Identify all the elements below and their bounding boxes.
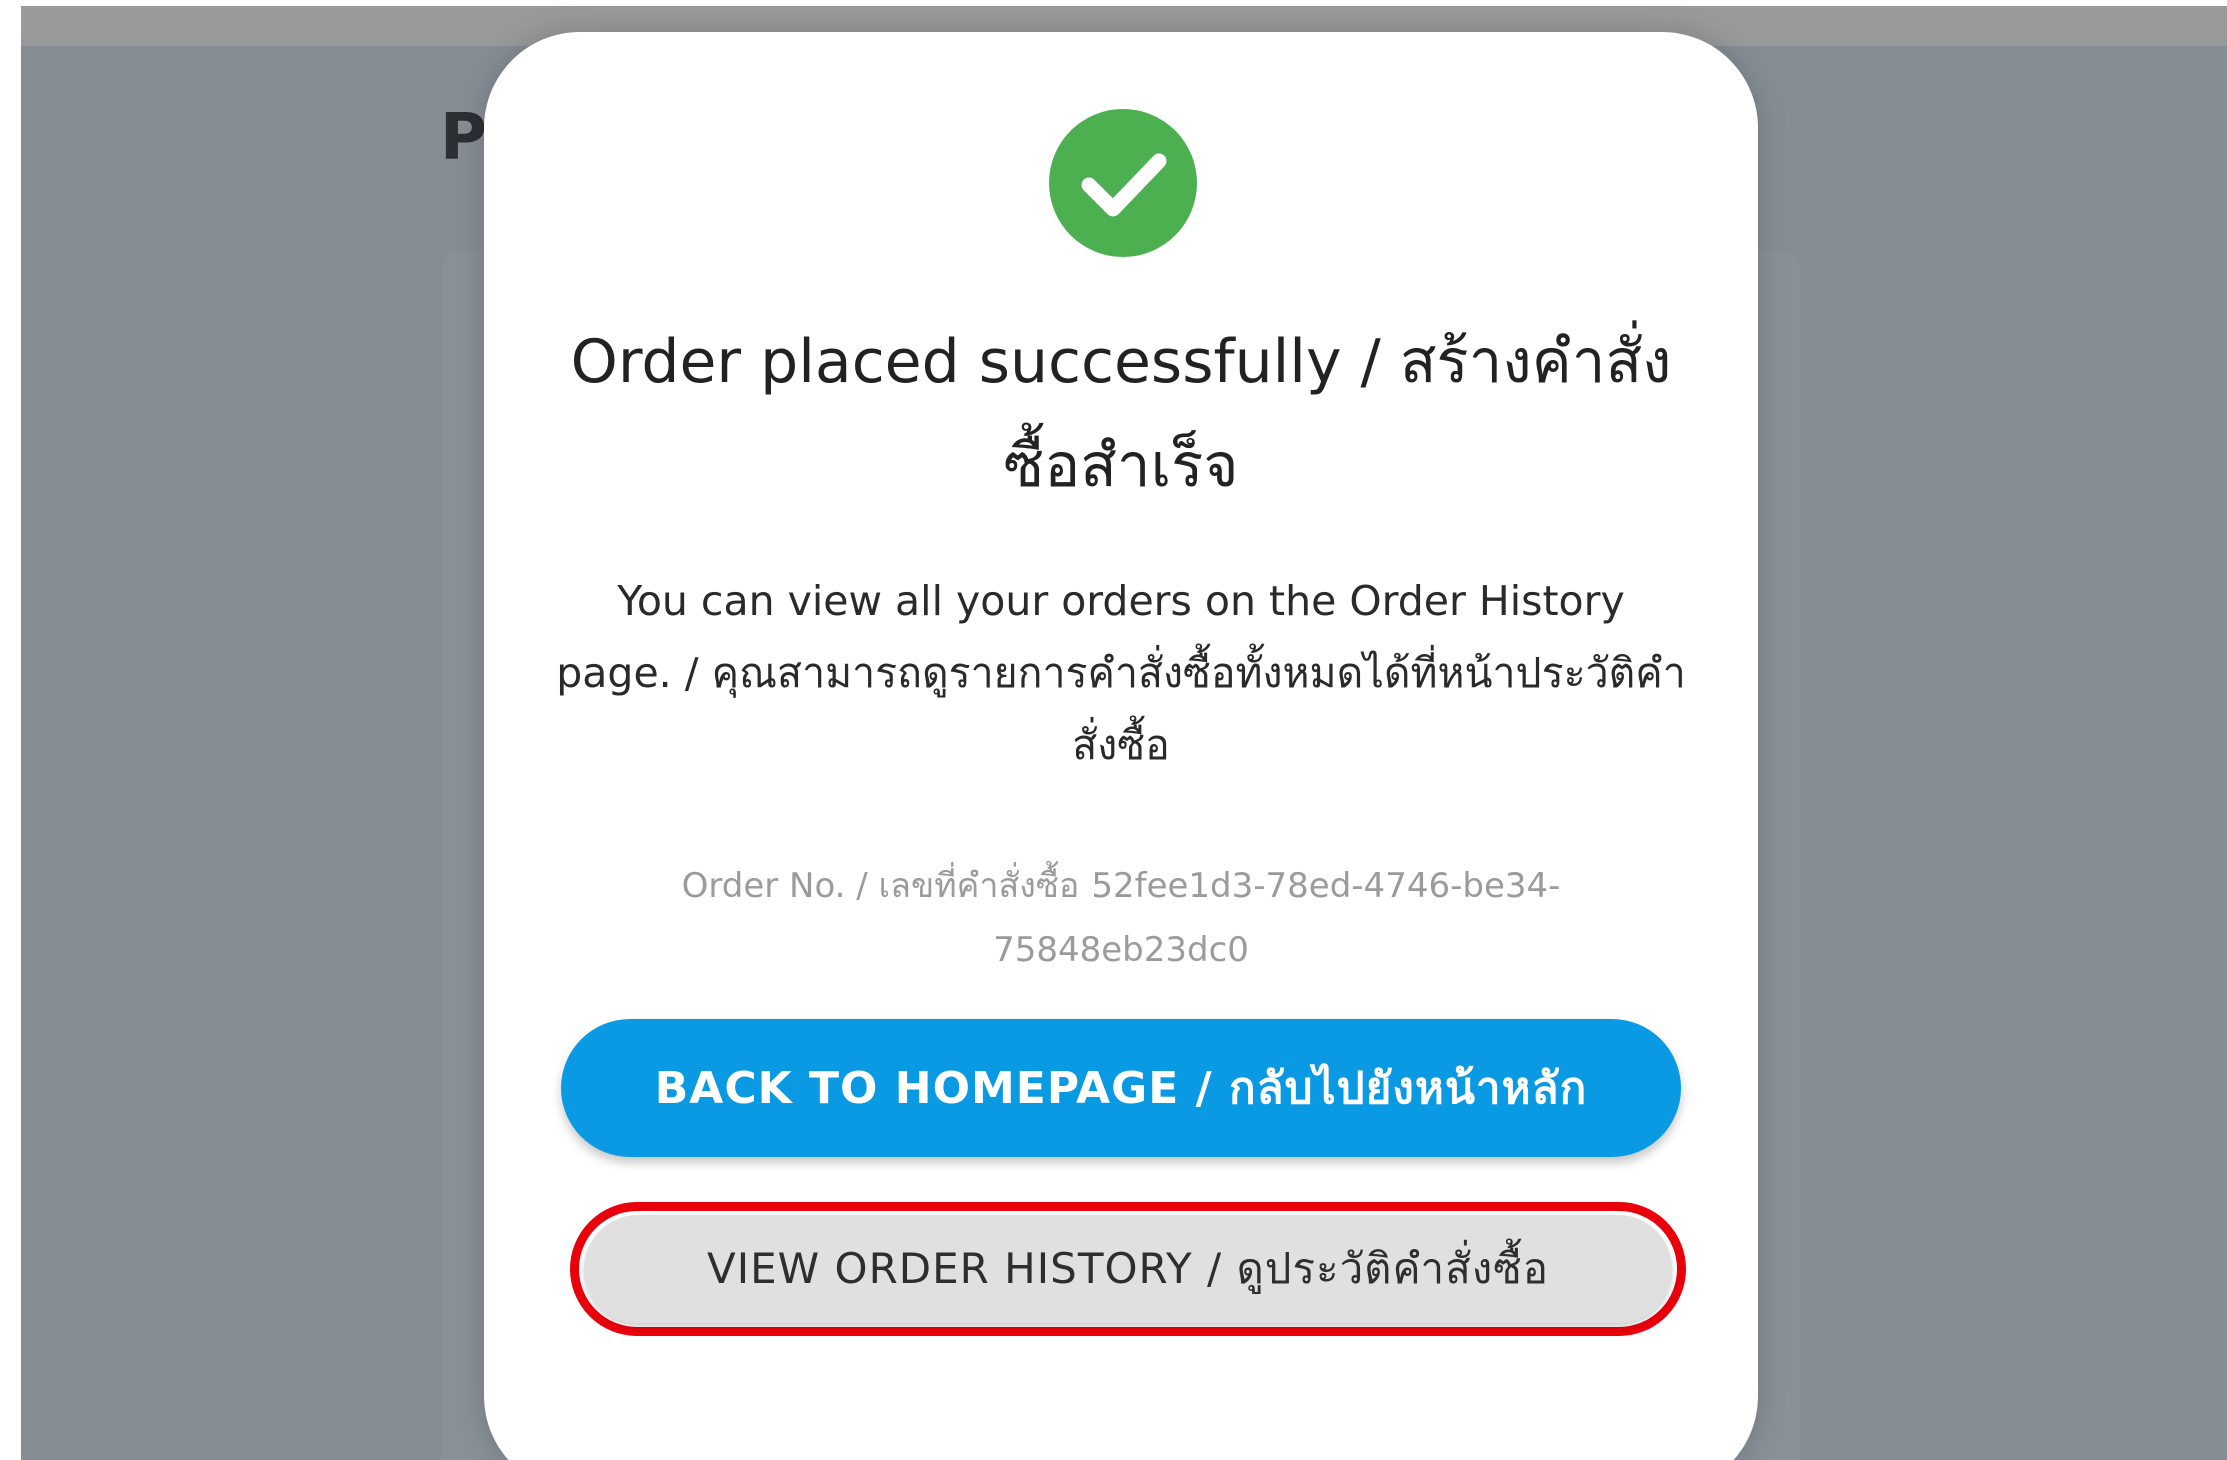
checkmark-icon [1081,153,1167,217]
check-circle-icon [1049,109,1197,257]
dialog-title: Order placed successfully / สร้างคำสั่งซ… [570,327,1672,501]
dialog-message: You can view all your orders on the Orde… [556,577,1686,769]
order-number-label: Order No. / เลขที่คำสั่งซื้อ [681,866,1080,906]
order-number: Order No. / เลขที่คำสั่งซื้อ 52fee1d3-78e… [604,854,1638,982]
back-to-homepage-button[interactable]: BACK TO HOMEPAGE / กลับไปยังหน้าหลัก [561,1019,1681,1157]
order-success-dialog: Order placed successfully / สร้างคำสั่งซ… [484,32,1758,1460]
view-order-history-button[interactable]: VIEW ORDER HISTORY / ดูประวัติคำสั่งซื้อ [584,1215,1672,1323]
screen: P Order placed successfully / สร้างคำสั่… [0,0,2227,1460]
page-title: P [440,101,487,175]
